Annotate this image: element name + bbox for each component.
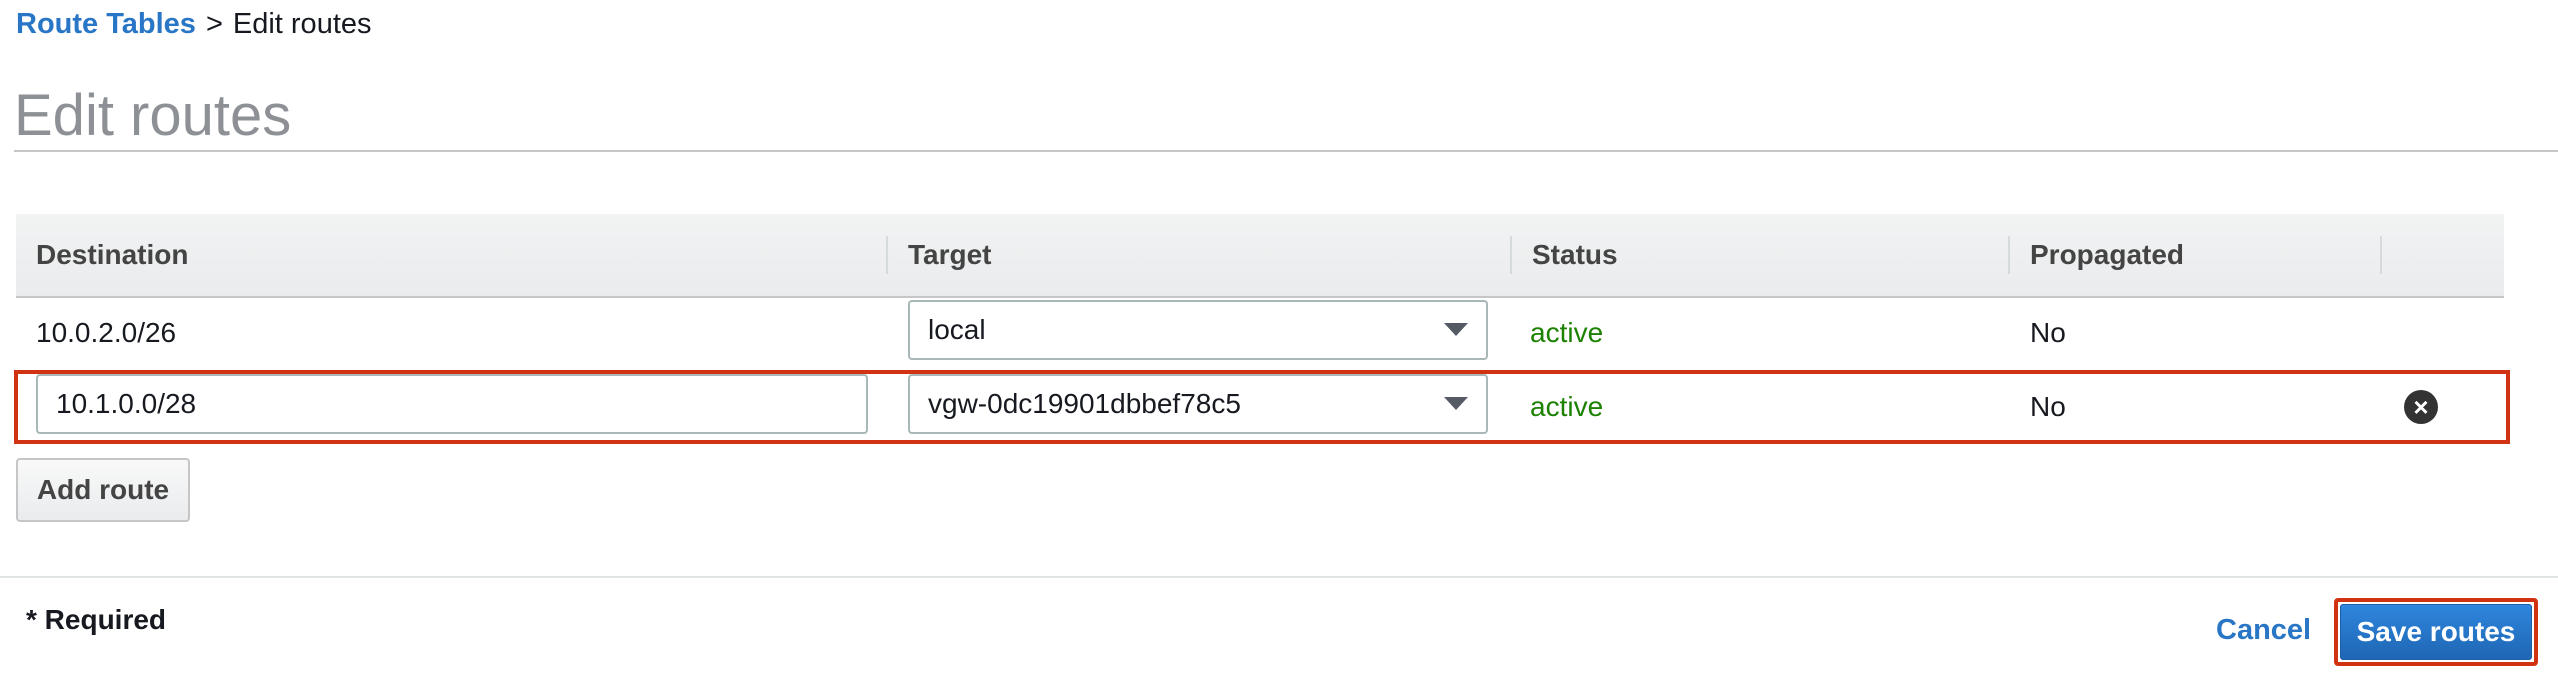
column-header-destination: Destination	[36, 239, 189, 270]
save-routes-button[interactable]: Save routes	[2340, 604, 2532, 660]
title-divider	[14, 150, 2558, 152]
breadcrumb-current: Edit routes	[232, 8, 372, 40]
selected-row-highlight	[14, 370, 2510, 444]
column-divider	[1510, 236, 1512, 274]
required-note: * Required	[26, 604, 167, 635]
footer-divider	[0, 576, 2558, 578]
breadcrumb-separator: >	[205, 8, 223, 40]
status-badge: active	[1530, 317, 1604, 348]
column-header-status: Status	[1532, 239, 1618, 270]
table-header: Destination Target Status Propagated	[16, 214, 2504, 298]
page-title: Edit routes	[14, 83, 292, 148]
cancel-button[interactable]: Cancel	[2216, 614, 2311, 647]
propagated-value: No	[2030, 317, 2066, 348]
table-row: 10.0.2.0/26 local active No	[16, 298, 2504, 368]
column-divider	[886, 236, 888, 274]
column-divider	[2008, 236, 2010, 274]
destination-value: 10.0.2.0/26	[36, 317, 177, 348]
breadcrumb: Route Tables > Edit routes	[16, 8, 372, 41]
column-header-target: Target	[908, 239, 992, 270]
column-divider	[2380, 236, 2382, 274]
target-select[interactable]: local	[908, 300, 1488, 360]
column-header-propagated: Propagated	[2030, 239, 2185, 270]
target-select-value: local	[928, 314, 986, 345]
routes-table: Destination Target Status Propagated 10.…	[16, 214, 2504, 434]
caret-down-icon	[1444, 323, 1468, 336]
add-route-button[interactable]: Add route	[16, 458, 190, 522]
breadcrumb-route-tables-link[interactable]: Route Tables	[16, 8, 196, 40]
